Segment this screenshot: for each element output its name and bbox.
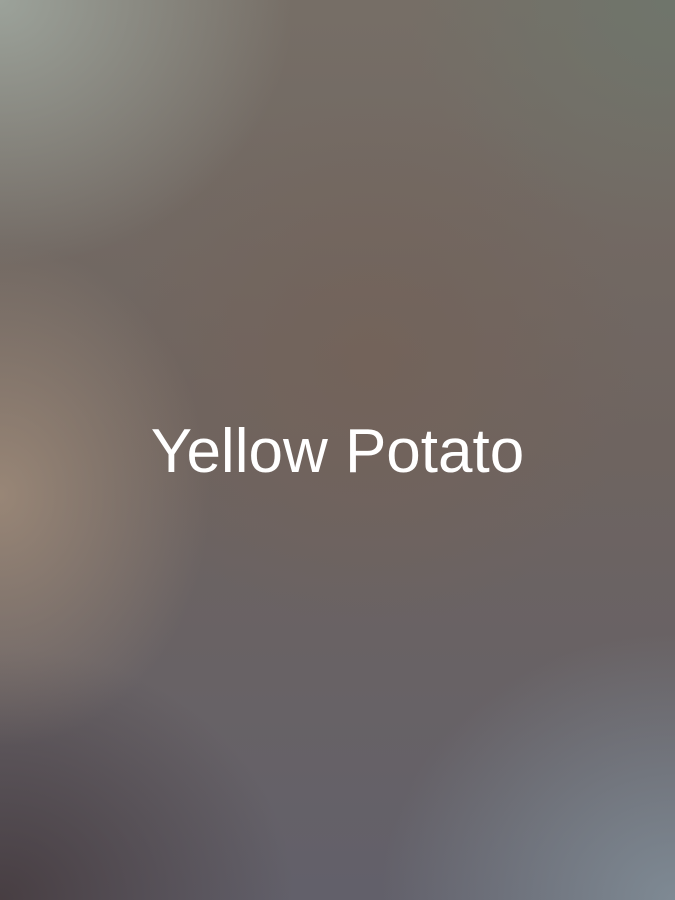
item-title: Yellow Potato <box>150 417 525 486</box>
